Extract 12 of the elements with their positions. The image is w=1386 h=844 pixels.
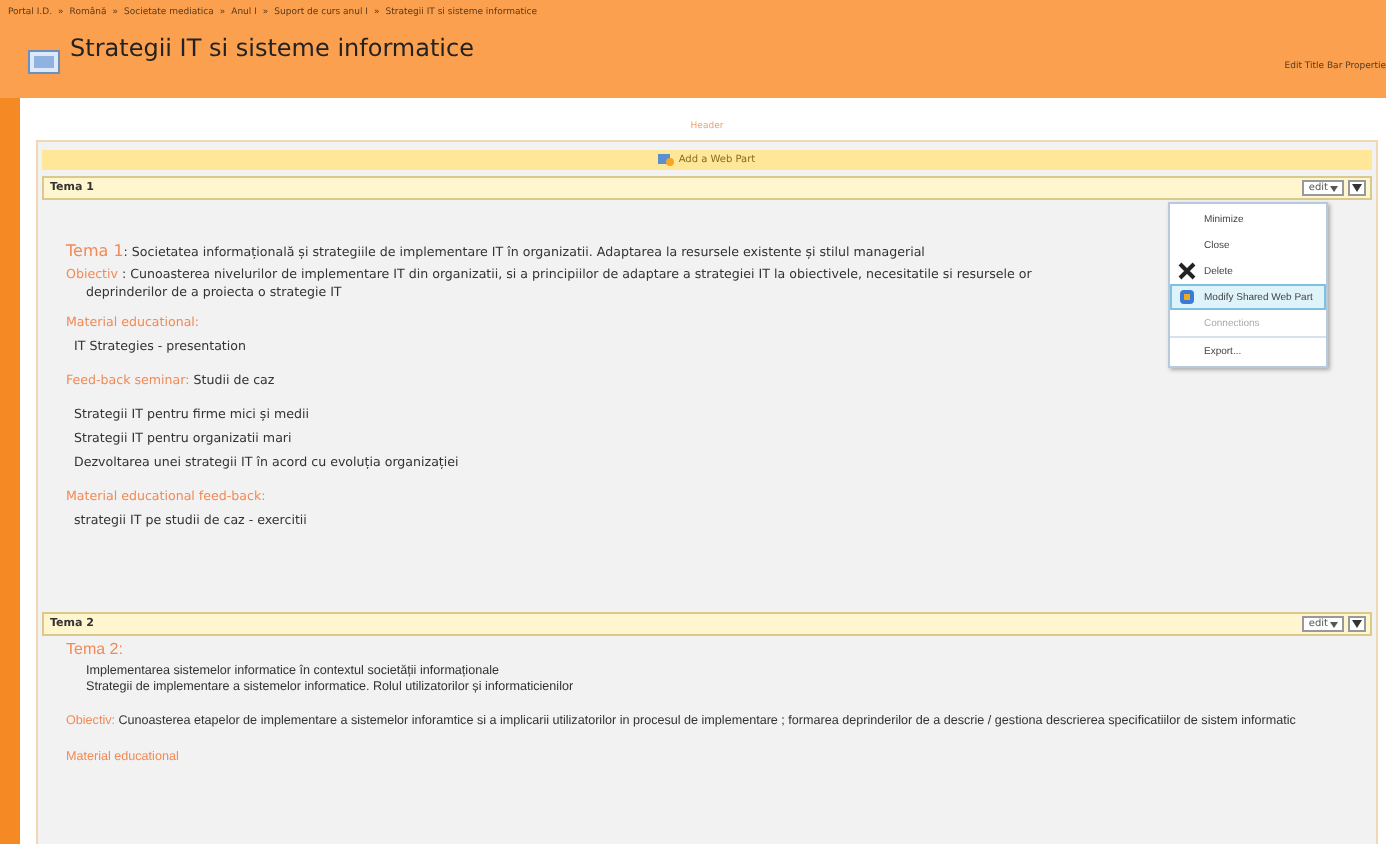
page-title: Strategii IT si sisteme informatice: [70, 34, 476, 66]
dropdown-button[interactable]: [1348, 180, 1366, 196]
web-part-icon: [1178, 288, 1196, 306]
caret-icon: [1352, 184, 1362, 192]
topic-heading: Tema 2:: [66, 638, 123, 662]
dropdown-button[interactable]: [1348, 616, 1366, 632]
caret-icon: [1330, 185, 1338, 191]
add-web-part-icon: [658, 154, 675, 166]
caret-icon: [1330, 621, 1338, 627]
page-icon: [28, 50, 60, 74]
x-icon: [1178, 262, 1196, 280]
caret-icon: [1352, 620, 1362, 628]
